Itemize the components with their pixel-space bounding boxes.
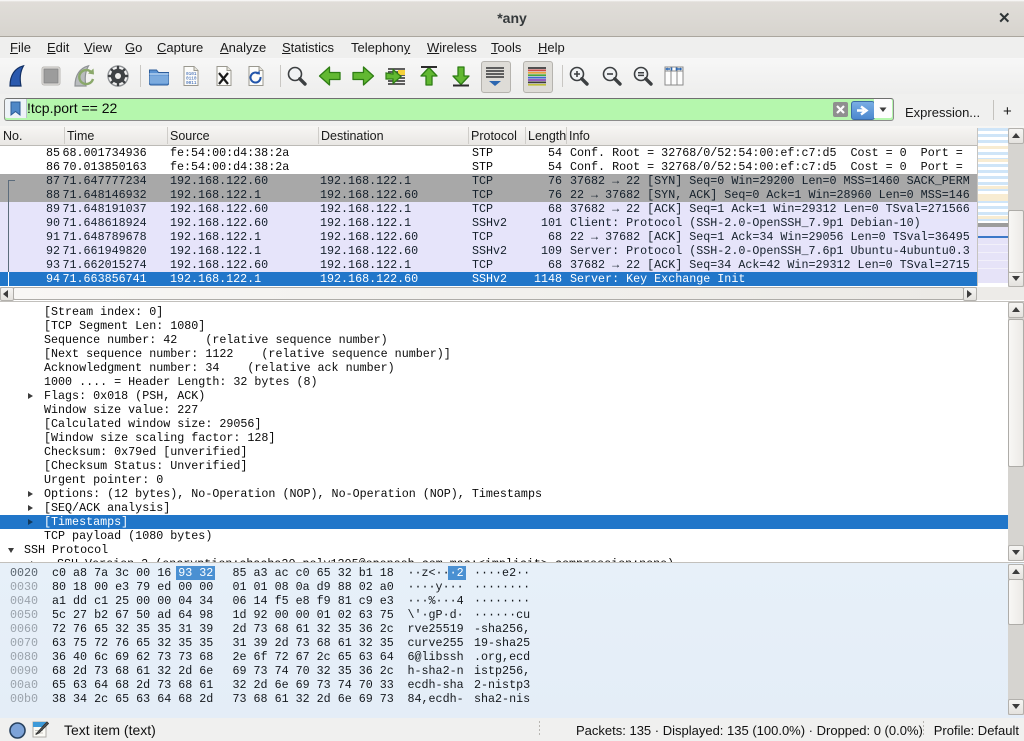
svg-text:0011: 0011 bbox=[186, 81, 197, 86]
